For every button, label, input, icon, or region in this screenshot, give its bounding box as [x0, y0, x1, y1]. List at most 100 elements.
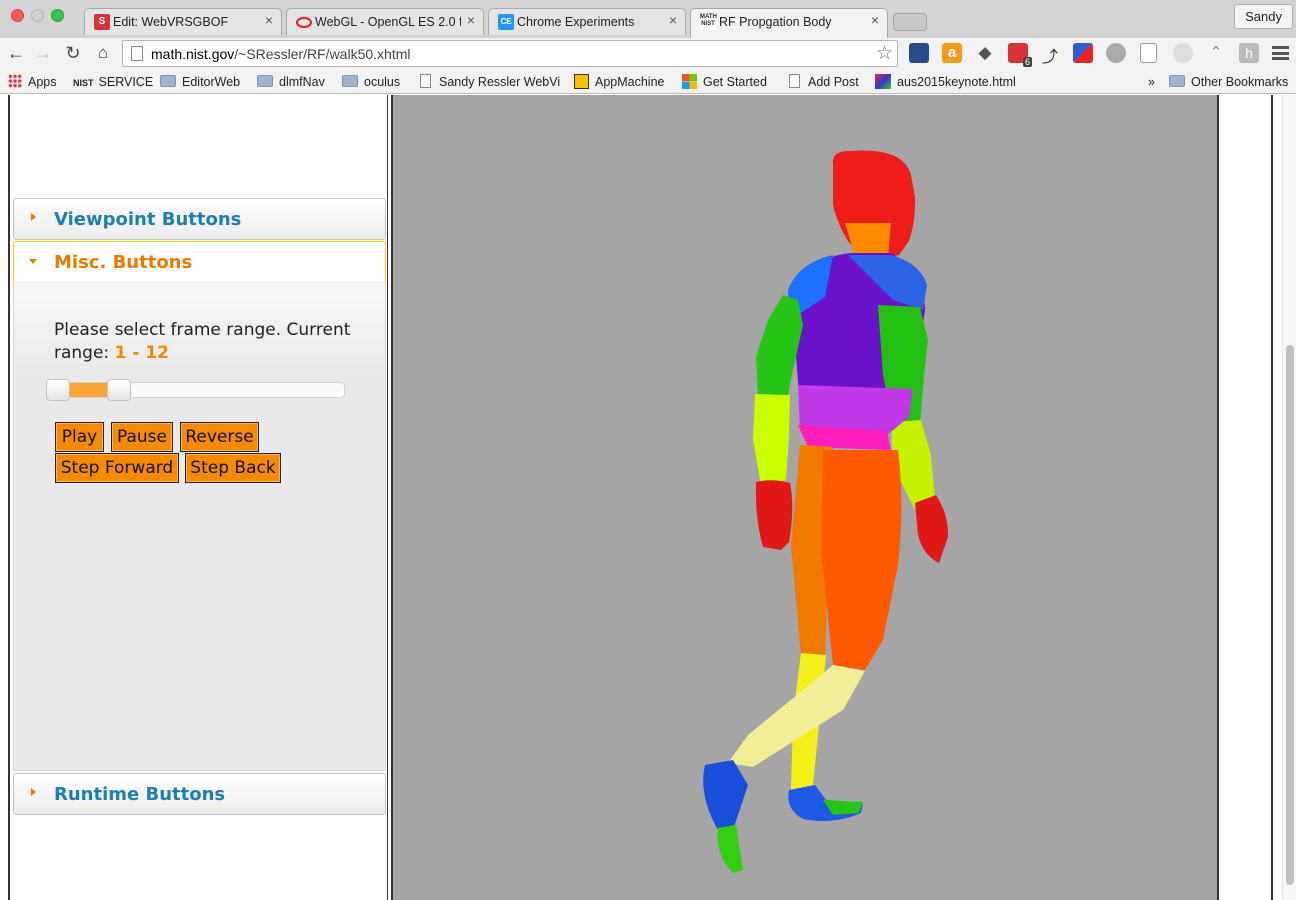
audio-icon[interactable] [1173, 43, 1193, 63]
site-favicon-icon: S [94, 14, 110, 30]
bookmarks-overflow-chevron-icon[interactable]: » [1148, 73, 1155, 91]
page-icon [789, 74, 800, 88]
bookmark-apps[interactable]: Apps [8, 73, 57, 91]
close-tab-icon[interactable]: × [669, 12, 677, 28]
tab-title: RF Propgation Body [719, 15, 832, 29]
scrollbar-thumb[interactable] [1286, 345, 1294, 885]
right-margin [1221, 95, 1273, 900]
back-arrow-icon[interactable]: ← [5, 42, 27, 64]
misc-buttons-panel: Please select frame range. Current range… [13, 283, 386, 771]
windows-icon [682, 74, 697, 89]
play-button[interactable]: Play [55, 422, 104, 452]
h-extension-icon[interactable]: h [1239, 43, 1259, 63]
document-icon[interactable] [1140, 43, 1157, 63]
human-body-model [703, 150, 949, 873]
tab-title: Edit: WebVRSGBOF [113, 15, 229, 29]
page-scrollbar[interactable] [1282, 95, 1296, 900]
close-tab-icon[interactable]: × [467, 12, 475, 28]
bookmark-dlmfnav[interactable]: dlmfNav [257, 73, 325, 91]
triangle-right-icon [31, 213, 36, 221]
page-info-icon[interactable] [131, 46, 143, 61]
tab-webgl-opengl[interactable]: WebGL - OpenGL ES 2.0 fo × [286, 8, 484, 35]
folder-icon [1169, 75, 1185, 87]
tab-strip: S Edit: WebVRSGBOF × WebGL - OpenGL ES 2… [0, 0, 1296, 38]
right-thigh-segment [821, 450, 902, 670]
frame-range-slider[interactable] [46, 379, 345, 401]
runtime-buttons-header[interactable]: Runtime Buttons [13, 773, 386, 815]
evernote-icon[interactable]: ◆ [975, 43, 995, 63]
frame-range-value: 1 - 12 [114, 343, 169, 363]
right-foot-segment [703, 760, 748, 830]
right-toes-segment [717, 825, 743, 873]
left-forearm-segment [753, 394, 790, 485]
blocker-icon[interactable] [1106, 43, 1126, 63]
tab-rf-propgation-body[interactable]: MATH NIST RF Propgation Body × [690, 8, 888, 38]
webgl-3d-viewport[interactable] [393, 95, 1219, 900]
page-content: Viewpoint Buttons Misc. Buttons Please s… [0, 95, 1296, 900]
shapes-icon[interactable] [1073, 43, 1093, 63]
triangle-right-icon [31, 788, 36, 796]
zoom-window-button[interactable] [51, 9, 64, 22]
folder-icon [342, 75, 358, 87]
forward-arrow-icon[interactable]: → [32, 42, 54, 64]
url-text: math.nist.gov/~SRessler/RF/walk50.xhtml [151, 46, 411, 62]
tab-title: Chrome Experiments [517, 15, 635, 29]
nist-icon: NIST [73, 78, 94, 88]
bookmark-star-icon[interactable]: ☆ [876, 42, 893, 65]
pause-button[interactable]: Pause [111, 422, 173, 452]
bookmark-sandy-ressler[interactable]: Sandy Ressler WebVi [420, 73, 560, 91]
amazon-icon[interactable]: a [942, 43, 962, 63]
nist-icon: MATH NIST [700, 14, 717, 30]
address-bar[interactable]: math.nist.gov/~SRessler/RF/walk50.xhtml … [122, 40, 898, 67]
new-tab-button[interactable] [893, 13, 927, 31]
misc-buttons-header[interactable]: Misc. Buttons [13, 241, 386, 283]
chrome-menu-icon[interactable] [1272, 46, 1289, 60]
control-panel: Viewpoint Buttons Misc. Buttons Please s… [10, 95, 387, 900]
bookmarks-bar: Apps NIST SERVICE EditorWeb dlmfNav oculu… [0, 70, 1296, 94]
bookmark-oculus[interactable]: oculus [342, 73, 400, 91]
home-icon[interactable]: ⌂ [92, 42, 114, 64]
tab-chrome-experiments[interactable]: CE Chrome Experiments × [488, 8, 686, 35]
close-window-button[interactable] [11, 9, 24, 22]
folder-icon [257, 75, 273, 87]
image-icon [875, 74, 891, 89]
bookmark-service[interactable]: NIST SERVICE [73, 73, 153, 91]
right-hand-segment [915, 495, 949, 563]
neck-segment [845, 223, 891, 258]
left-upper-arm-segment [756, 295, 803, 397]
folder-icon [160, 75, 176, 87]
notifications-icon[interactable]: 6 [1008, 43, 1032, 67]
tab-title: WebGL - OpenGL ES 2.0 fo [315, 15, 461, 29]
page-icon [420, 74, 431, 88]
reload-icon[interactable]: ↻ [62, 42, 84, 64]
notification-badge: 6 [1022, 57, 1032, 67]
slider-low-handle[interactable] [46, 379, 70, 401]
slider-high-handle[interactable] [107, 379, 132, 401]
bookmark-add-post[interactable]: Add Post [789, 73, 859, 91]
apps-grid-icon [8, 74, 22, 88]
triangle-down-icon [29, 259, 37, 264]
bookmark-aus2015keynote[interactable]: aus2015keynote.html [875, 73, 1016, 91]
minimize-window-button[interactable] [31, 9, 44, 22]
bookmark-appmachine[interactable]: AppMachine [574, 73, 665, 91]
pen-tool-icon[interactable]: ⤴ [1040, 43, 1060, 66]
close-tab-icon[interactable]: × [265, 12, 273, 28]
step-forward-button[interactable]: Step Forward [55, 453, 179, 483]
browser-toolbar: ← → ↻ ⌂ math.nist.gov/~SRessler/RF/walk5… [0, 38, 1296, 70]
tab-edit-webvrsgbof[interactable]: S Edit: WebVRSGBOF × [84, 8, 282, 35]
profile-button[interactable]: Sandy [1234, 4, 1293, 29]
rainbow-icon[interactable]: ⌃ [1206, 43, 1226, 63]
step-back-button[interactable]: Step Back [185, 453, 281, 483]
other-bookmarks[interactable]: Other Bookmarks [1169, 73, 1288, 91]
reverse-button[interactable]: Reverse [180, 422, 259, 452]
close-tab-icon[interactable]: × [871, 12, 879, 28]
bookmark-editorweb[interactable]: EditorWeb [160, 73, 240, 91]
bookmark-get-started[interactable]: Get Started [682, 73, 767, 91]
viewpoint-buttons-header[interactable]: Viewpoint Buttons [13, 198, 386, 240]
opengl-icon [296, 17, 312, 28]
frame-range-label: Please select frame range. Current range… [54, 320, 351, 363]
left-hand-segment [755, 480, 793, 550]
chrome-experiments-icon: CE [498, 14, 514, 30]
extension-puzzle-icon[interactable] [909, 43, 929, 63]
appmachine-icon [574, 74, 589, 89]
